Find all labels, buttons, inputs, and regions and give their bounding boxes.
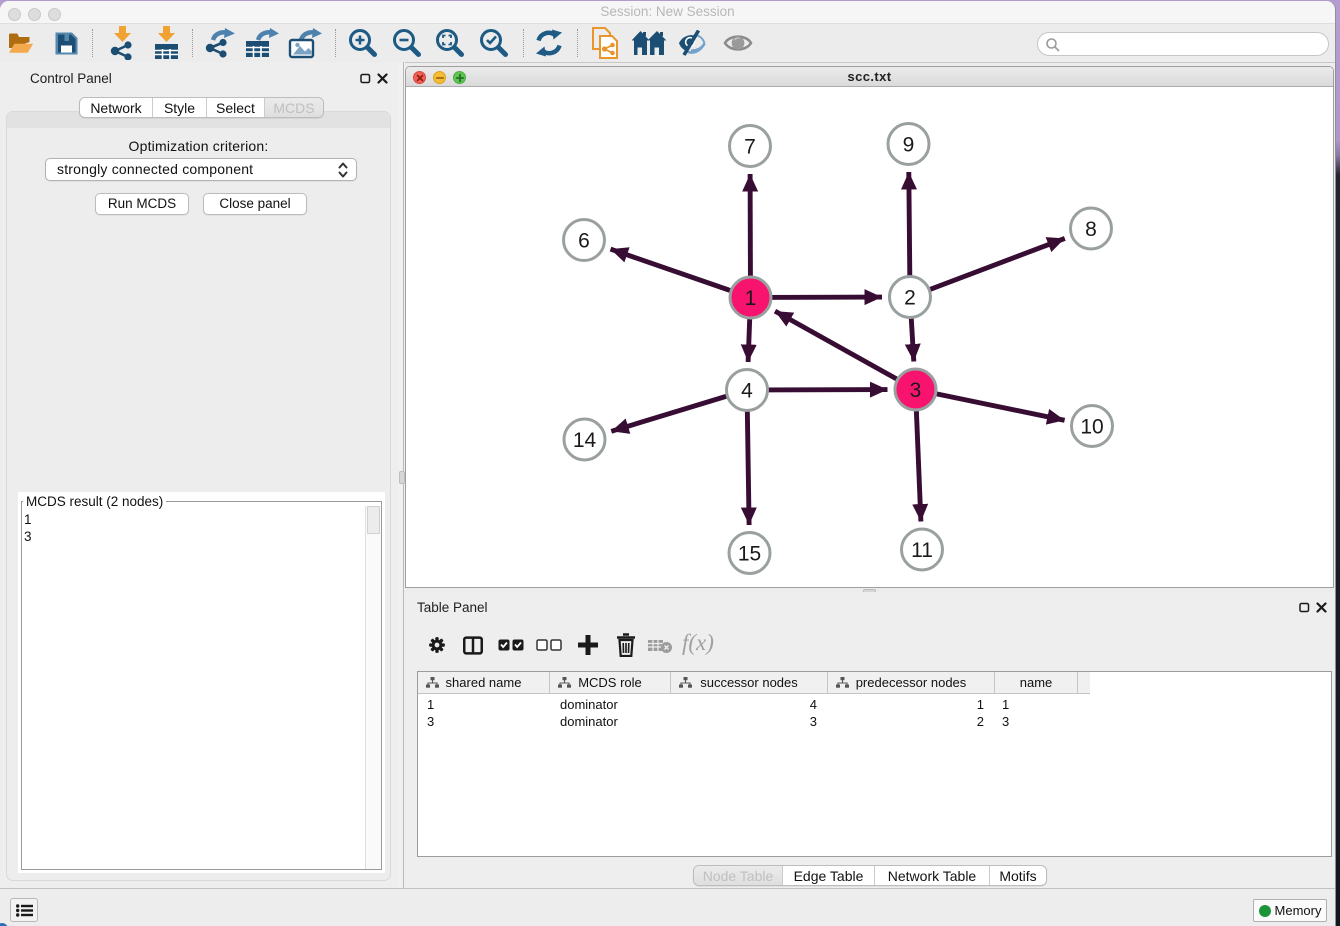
svg-text:6: 6 [578, 230, 590, 253]
svg-text:9: 9 [903, 134, 915, 157]
svg-text:4: 4 [741, 380, 753, 403]
svg-text:7: 7 [744, 136, 756, 159]
svg-text:8: 8 [1085, 218, 1097, 241]
svg-text:10: 10 [1080, 416, 1103, 439]
svg-text:11: 11 [911, 539, 933, 562]
svg-text:15: 15 [738, 543, 761, 566]
svg-text:1: 1 [745, 287, 757, 310]
svg-text:14: 14 [573, 429, 597, 452]
svg-text:2: 2 [904, 287, 916, 310]
svg-text:3: 3 [910, 379, 922, 402]
